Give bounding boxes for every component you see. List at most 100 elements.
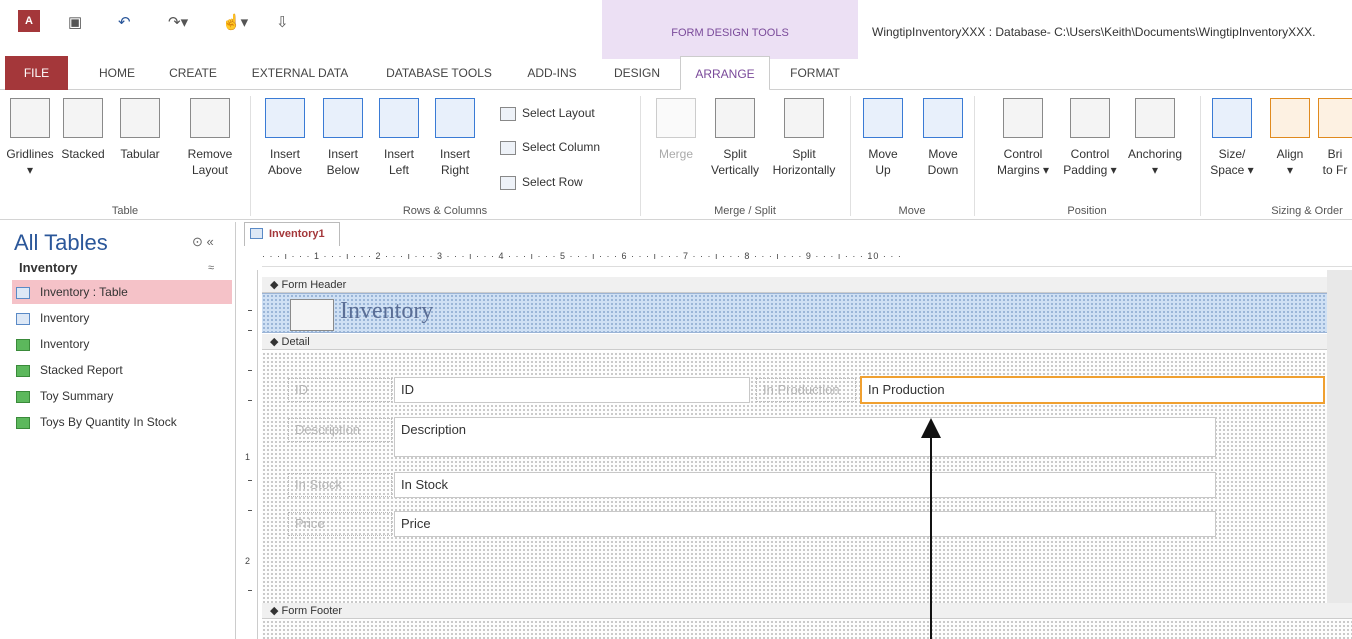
- field-in-production[interactable]: In Production: [860, 376, 1325, 404]
- ruler-tick: [248, 370, 252, 371]
- nav-item-stacked-report[interactable]: Stacked Report: [12, 358, 232, 382]
- field-description[interactable]: Description: [394, 417, 1216, 457]
- group-divider: [974, 96, 975, 216]
- label-in-stock[interactable]: In Stock: [288, 473, 392, 497]
- label-in-production[interactable]: In Production: [756, 378, 856, 402]
- gridlines-icon: [10, 98, 50, 138]
- select-layout-icon: [500, 106, 516, 121]
- form-title[interactable]: Inventory: [340, 298, 433, 325]
- size-space-button[interactable]: Size/Space ▾: [1206, 98, 1258, 178]
- bring-to-front-icon: [1318, 98, 1352, 138]
- ruler-number: 2: [245, 556, 251, 566]
- split-vertically-icon: [715, 98, 755, 138]
- field-id[interactable]: ID: [394, 377, 750, 403]
- align-button[interactable]: Align ▾: [1264, 98, 1316, 178]
- section-bar-detail[interactable]: ◆ Detail: [262, 334, 1352, 350]
- nav-shutter-icon[interactable]: ⊙ «: [192, 234, 214, 250]
- tab-add-ins[interactable]: ADD-INS: [515, 56, 589, 90]
- remove-layout-icon: [190, 98, 230, 138]
- ruler-number: 1: [245, 452, 251, 462]
- vertical-ruler: 1 2: [242, 270, 258, 639]
- tab-design[interactable]: DESIGN: [602, 56, 672, 90]
- group-divider: [1200, 96, 1201, 216]
- insert-left-button[interactable]: Insert Left: [374, 98, 424, 178]
- touch-mode-icon[interactable]: ☝▾: [222, 13, 248, 31]
- insert-below-button[interactable]: Insert Below: [318, 98, 368, 178]
- nav-item-inventory-form[interactable]: Inventory: [12, 306, 232, 330]
- stacked-button[interactable]: Stacked: [58, 98, 108, 162]
- select-row-button[interactable]: Select Row: [500, 175, 583, 190]
- control-padding-icon: [1070, 98, 1110, 138]
- gridlines-button[interactable]: Gridlines ▾: [4, 98, 56, 178]
- tab-arrange[interactable]: ARRANGE: [680, 56, 770, 91]
- label-id[interactable]: ID: [288, 378, 392, 402]
- form-background-area: [1327, 270, 1352, 603]
- context-tab-label: FORM DESIGN TOOLS: [671, 27, 789, 39]
- group-label-merge-split: Merge / Split: [714, 205, 776, 217]
- move-up-button[interactable]: Move Up: [860, 98, 906, 178]
- insert-above-icon: [265, 98, 305, 138]
- tab-home[interactable]: HOME: [82, 56, 152, 90]
- split-horizontally-icon: [784, 98, 824, 138]
- nav-item-toy-summary[interactable]: Toy Summary: [12, 384, 232, 408]
- insert-below-icon: [323, 98, 363, 138]
- group-divider: [250, 96, 251, 216]
- select-layout-button[interactable]: Select Layout: [500, 106, 595, 121]
- select-column-button[interactable]: Select Column: [500, 140, 600, 155]
- move-up-icon: [863, 98, 903, 138]
- tab-format[interactable]: FORMAT: [776, 56, 854, 90]
- group-label-rows-columns: Rows & Columns: [402, 205, 488, 217]
- form-logo-icon[interactable]: [290, 299, 334, 331]
- insert-right-button[interactable]: Insert Right: [430, 98, 480, 178]
- ruler-tick: [248, 400, 252, 401]
- label-price[interactable]: Price: [288, 512, 392, 536]
- split-vertically-button[interactable]: Split Vertically: [704, 98, 766, 178]
- control-margins-button[interactable]: Control Margins ▾: [990, 98, 1056, 178]
- form-icon: [16, 312, 30, 325]
- undo-icon[interactable]: ↶: [118, 13, 131, 31]
- split-horizontally-button[interactable]: Split Horizontally: [768, 98, 840, 178]
- report-icon: [16, 338, 30, 351]
- label-description[interactable]: Description: [288, 418, 392, 442]
- anchoring-button[interactable]: Anchoring ▾: [1120, 98, 1190, 178]
- nav-group-header[interactable]: Inventory: [19, 260, 78, 275]
- decoration-icon: [1200, 12, 1352, 56]
- group-label-table: Table: [111, 205, 139, 217]
- field-in-stock[interactable]: In Stock: [394, 472, 1216, 498]
- merge-button[interactable]: Merge: [650, 98, 702, 162]
- callout-arrow-head: [921, 418, 941, 438]
- merge-icon: [656, 98, 696, 138]
- collapse-icon[interactable]: ≈: [208, 262, 214, 274]
- section-bar-form-footer[interactable]: ◆ Form Footer: [262, 603, 1352, 619]
- nav-item-inventory-report[interactable]: Inventory: [12, 332, 232, 356]
- nav-title[interactable]: All Tables: [14, 230, 108, 256]
- remove-layout-button[interactable]: Remove Layout: [184, 98, 236, 178]
- insert-above-button[interactable]: Insert Above: [260, 98, 310, 178]
- nav-item-inventory-table[interactable]: Inventory : Table: [12, 280, 232, 304]
- callout-arrow: [930, 434, 932, 639]
- tab-external-data[interactable]: EXTERNAL DATA: [240, 56, 360, 90]
- bring-to-front-button[interactable]: Bri to Fr: [1318, 98, 1352, 178]
- tab-database-tools[interactable]: DATABASE TOOLS: [374, 56, 504, 90]
- move-down-button[interactable]: Move Down: [918, 98, 968, 178]
- form-footer-area: [262, 620, 1352, 639]
- ruler-tick: [248, 590, 252, 591]
- redo-icon[interactable]: ↷▾: [168, 13, 188, 31]
- field-price[interactable]: Price: [394, 511, 1216, 537]
- ruler-tick: [248, 480, 252, 481]
- insert-right-icon: [435, 98, 475, 138]
- tab-file[interactable]: FILE: [5, 56, 68, 90]
- nav-item-toys-by-quantity[interactable]: Toys By Quantity In Stock: [12, 410, 232, 434]
- save-icon[interactable]: ▣: [68, 13, 82, 31]
- anchoring-icon: [1135, 98, 1175, 138]
- section-bar-form-header[interactable]: ◆ Form Header: [262, 277, 1352, 293]
- customize-qa-icon[interactable]: ⇩: [276, 13, 289, 31]
- group-divider: [640, 96, 641, 216]
- group-label-position: Position: [1067, 205, 1107, 217]
- ruler-tick: [248, 310, 252, 311]
- stacked-icon: [63, 98, 103, 138]
- tab-create[interactable]: CREATE: [158, 56, 228, 90]
- control-padding-button[interactable]: Control Padding ▾: [1058, 98, 1122, 178]
- tabular-button[interactable]: Tabular: [110, 98, 170, 162]
- group-divider: [850, 96, 851, 216]
